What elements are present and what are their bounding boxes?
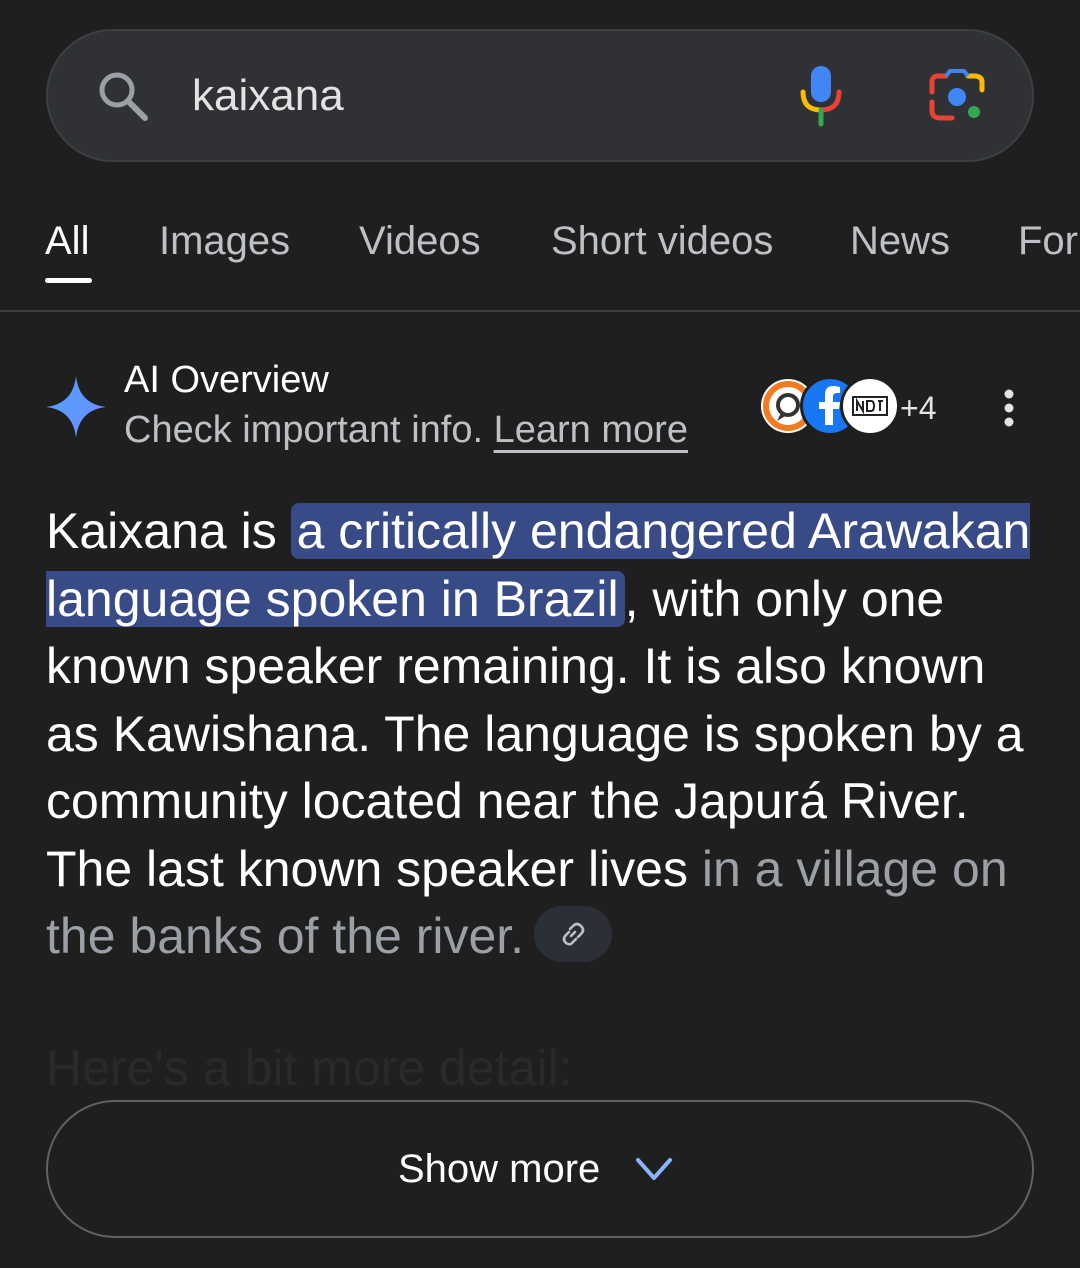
active-tab-indicator — [45, 278, 92, 283]
tab-news[interactable]: News — [850, 216, 950, 266]
source-link-chip[interactable] — [534, 905, 613, 962]
learn-more-link[interactable]: Learn more — [494, 409, 688, 451]
ai-overview-text: Kaixana is a critically endangered Arawa… — [46, 498, 1036, 971]
link-icon — [562, 922, 585, 946]
search-tabs: All Images Videos Short videos News For — [0, 200, 1080, 312]
search-icon[interactable] — [96, 69, 150, 123]
sparkle-icon — [46, 376, 106, 438]
show-more-label[interactable]: Show more — [398, 1144, 600, 1194]
overview-text-start: Kaixana is — [46, 503, 291, 559]
news-logo-icon — [852, 396, 888, 416]
more-detail-heading: Here's a bit more detail: — [46, 1040, 573, 1096]
lens-icon[interactable] — [928, 68, 986, 124]
search-results-page: kaixana All Images Videos Short videos N… — [0, 0, 1080, 1268]
source-avatars[interactable] — [758, 376, 900, 436]
search-input[interactable]: kaixana — [192, 68, 344, 124]
ai-overview-subtitle: Check important info. Learn more — [124, 406, 688, 454]
chevron-down-icon[interactable] — [634, 1154, 674, 1184]
tab-images[interactable]: Images — [159, 216, 290, 266]
tab-short-videos[interactable]: Short videos — [551, 216, 773, 266]
source-avatar-wiki[interactable] — [840, 376, 900, 436]
tab-all[interactable]: All — [45, 216, 89, 266]
tab-forums[interactable]: For — [1018, 216, 1078, 266]
tab-videos[interactable]: Videos — [359, 216, 481, 266]
ai-overview-disclaimer: Check important info. — [124, 409, 484, 451]
more-sources-count[interactable]: +4 — [900, 388, 936, 428]
more-options-icon[interactable] — [998, 388, 1020, 428]
ai-overview-title: AI Overview — [124, 359, 329, 401]
mic-icon[interactable] — [798, 64, 844, 128]
